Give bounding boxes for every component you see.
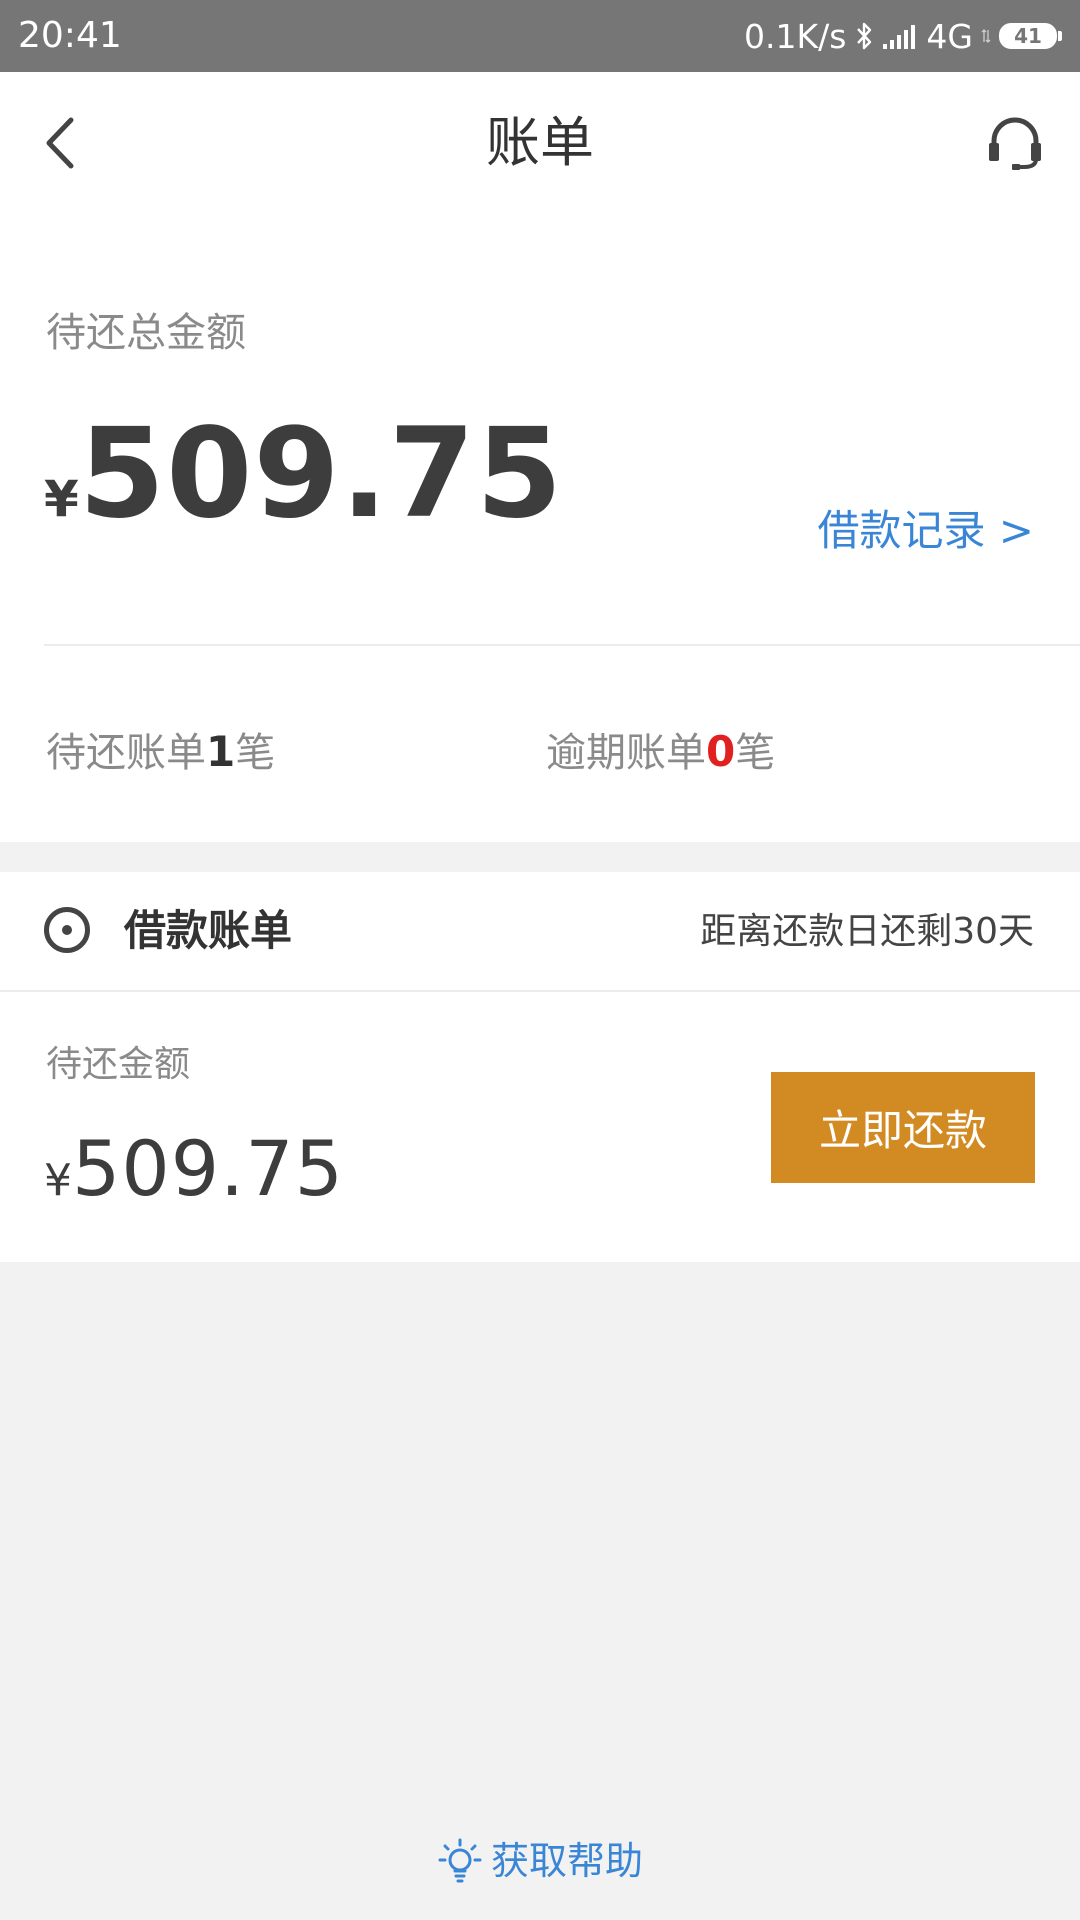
status-indicators: 0.1K/s 4G 41: [744, 14, 1062, 58]
days-until-due: 距离还款日还剩30天: [700, 911, 1034, 952]
status-time: 20:41: [18, 15, 122, 56]
bill-radio-icon[interactable]: [44, 907, 90, 953]
customer-service-button[interactable]: [980, 108, 1050, 178]
divider: [0, 990, 1080, 992]
network-speed: 0.1K/s: [743, 16, 847, 56]
amount-due: ¥509.75: [44, 1124, 344, 1235]
amount-due-label: 待还金额: [46, 1044, 191, 1085]
overdue-prefix: 逾期账单: [546, 730, 706, 776]
overdue-count: 0: [706, 727, 736, 776]
loan-bill-title: 借款账单: [124, 906, 293, 955]
total-due-label: 待还总金额: [46, 310, 246, 356]
total-due-value: 509.75: [78, 402, 564, 546]
get-help-label: 获取帮助: [490, 1839, 643, 1883]
signal-icon: [882, 22, 918, 50]
loan-record-link[interactable]: 借款记录 >: [817, 504, 1034, 558]
network-type: 4G: [926, 16, 973, 56]
battery-level: 41: [999, 23, 1057, 49]
pending-prefix: 待还账单: [46, 730, 206, 776]
currency-symbol: ¥: [44, 1155, 72, 1206]
lightbulb-icon: [438, 1838, 482, 1883]
app-header: 账单: [0, 72, 1080, 214]
page-title: 账单: [486, 111, 594, 174]
get-help-link[interactable]: 获取帮助: [0, 1836, 1080, 1886]
pending-bills-count: 待还账单1笔: [46, 722, 275, 783]
bill-screen: 20:41 0.1K/s 4G 41 账单 待还总金额 ¥509.75 借款记录…: [0, 0, 1080, 1920]
summary-card: 待还总金额 ¥509.75 借款记录 > 待还账单1笔 逾期账单0笔: [0, 214, 1080, 842]
divider: [44, 644, 1080, 646]
repay-now-button[interactable]: 立即还款: [771, 1072, 1035, 1183]
currency-symbol: ¥: [44, 470, 79, 528]
data-arrows-icon: [981, 26, 991, 46]
loan-bill-card: 借款账单 距离还款日还剩30天 待还金额 ¥509.75 立即还款: [0, 872, 1080, 1262]
battery-icon: 41: [999, 23, 1062, 49]
total-due-amount: ¥509.75: [44, 404, 563, 581]
pending-count: 1: [206, 727, 236, 776]
loan-bill-header: 借款账单 距离还款日还剩30天: [0, 872, 1080, 990]
overdue-bills-count: 逾期账单0笔: [546, 722, 775, 783]
headset-icon: [989, 117, 1041, 170]
bluetooth-icon: [854, 20, 874, 52]
overdue-suffix: 笔: [735, 730, 776, 776]
pending-suffix: 笔: [235, 730, 276, 776]
status-bar: 20:41 0.1K/s 4G 41: [0, 0, 1080, 72]
amount-due-value: 509.75: [72, 1124, 344, 1213]
